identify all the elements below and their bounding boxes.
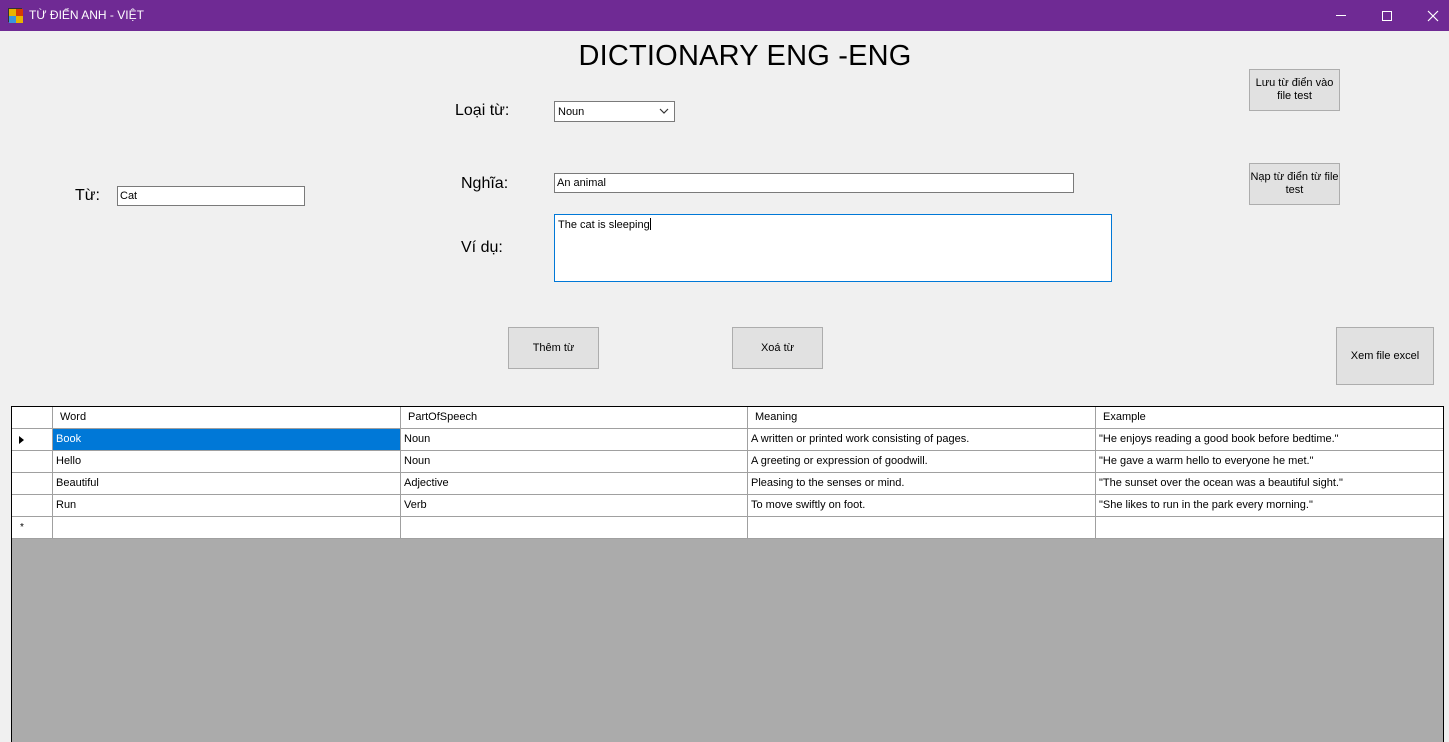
cell-meaning[interactable]: A written or printed work consisting of …: [748, 429, 1096, 451]
page-title: DICTIONARY ENG -ENG: [578, 40, 912, 72]
column-header-example[interactable]: Example: [1096, 407, 1443, 429]
row-header[interactable]: [12, 429, 53, 451]
title-bar: TỪ ĐIỂN ANH - VIỆT: [0, 0, 1449, 31]
table-row[interactable]: Book Noun A written or printed work cons…: [12, 429, 1443, 451]
word-input[interactable]: Cat: [117, 186, 305, 206]
row-header[interactable]: [12, 451, 53, 473]
column-header-word[interactable]: Word: [53, 407, 401, 429]
load-from-file-button[interactable]: Nạp từ điển từ file test: [1249, 163, 1340, 205]
type-label: Loại từ:: [455, 102, 510, 119]
table-row[interactable]: Hello Noun A greeting or expression of g…: [12, 451, 1443, 473]
example-label: Ví dụ:: [461, 239, 503, 256]
text-caret: [649, 218, 651, 230]
grid-header-row: Word PartOfSpeech Meaning Example: [12, 407, 1443, 429]
cell-meaning[interactable]: A greeting or expression of goodwill.: [748, 451, 1096, 473]
dictionary-grid[interactable]: Word PartOfSpeech Meaning Example Book N…: [11, 406, 1444, 742]
example-textarea[interactable]: The cat is sleeping: [554, 214, 1112, 282]
new-row[interactable]: *: [12, 517, 1443, 539]
minimize-icon[interactable]: [1318, 0, 1364, 31]
cell-meaning-new[interactable]: [748, 517, 1096, 539]
row-header[interactable]: [12, 495, 53, 517]
cell-example[interactable]: "He gave a warm hello to everyone he met…: [1096, 451, 1443, 473]
column-header-meaning[interactable]: Meaning: [748, 407, 1096, 429]
cell-partofspeech[interactable]: Verb: [401, 495, 748, 517]
add-word-button[interactable]: Thêm từ: [508, 327, 599, 369]
app-grid-icon: [8, 8, 23, 23]
type-select[interactable]: Noun: [554, 101, 675, 122]
cell-partofspeech[interactable]: Adjective: [401, 473, 748, 495]
meaning-input[interactable]: An animal: [554, 173, 1074, 193]
cell-example[interactable]: "She likes to run in the park every morn…: [1096, 495, 1443, 517]
maximize-icon[interactable]: [1364, 0, 1410, 31]
cell-meaning[interactable]: Pleasing to the senses or mind.: [748, 473, 1096, 495]
row-header[interactable]: [12, 473, 53, 495]
cell-partofspeech[interactable]: Noun: [401, 429, 748, 451]
close-icon[interactable]: [1410, 0, 1449, 31]
cell-example[interactable]: "He enjoys reading a good book before be…: [1096, 429, 1443, 451]
cell-partofspeech[interactable]: Noun: [401, 451, 748, 473]
save-to-file-button[interactable]: Lưu từ điển vào file test: [1249, 69, 1340, 111]
new-row-star-icon: *: [20, 522, 24, 533]
chevron-down-icon: [659, 108, 669, 114]
word-label: Từ:: [75, 187, 100, 204]
cell-word[interactable]: Run: [53, 495, 401, 517]
row-header[interactable]: *: [12, 517, 53, 539]
cell-meaning[interactable]: To move swiftly on foot.: [748, 495, 1096, 517]
view-excel-button[interactable]: Xem file excel: [1336, 327, 1434, 385]
delete-word-button[interactable]: Xoá từ: [732, 327, 823, 369]
example-text: The cat is sleeping: [558, 219, 650, 231]
current-row-arrow-icon: [19, 436, 24, 444]
table-row[interactable]: Run Verb To move swiftly on foot. "She l…: [12, 495, 1443, 517]
cell-word-new[interactable]: [53, 517, 401, 539]
corner-header[interactable]: [12, 407, 53, 429]
cell-word[interactable]: Hello: [53, 451, 401, 473]
cell-example[interactable]: "The sunset over the ocean was a beautif…: [1096, 473, 1443, 495]
cell-word[interactable]: Beautiful: [53, 473, 401, 495]
type-select-value: Noun: [558, 106, 585, 118]
cell-example-new[interactable]: [1096, 517, 1443, 539]
column-header-partofspeech[interactable]: PartOfSpeech: [401, 407, 748, 429]
cell-word[interactable]: Book: [53, 429, 401, 451]
cell-partofspeech-new[interactable]: [401, 517, 748, 539]
window-title: TỪ ĐIỂN ANH - VIỆT: [29, 8, 144, 22]
meaning-label: Nghĩa:: [461, 175, 509, 192]
table-row[interactable]: Beautiful Adjective Pleasing to the sens…: [12, 473, 1443, 495]
